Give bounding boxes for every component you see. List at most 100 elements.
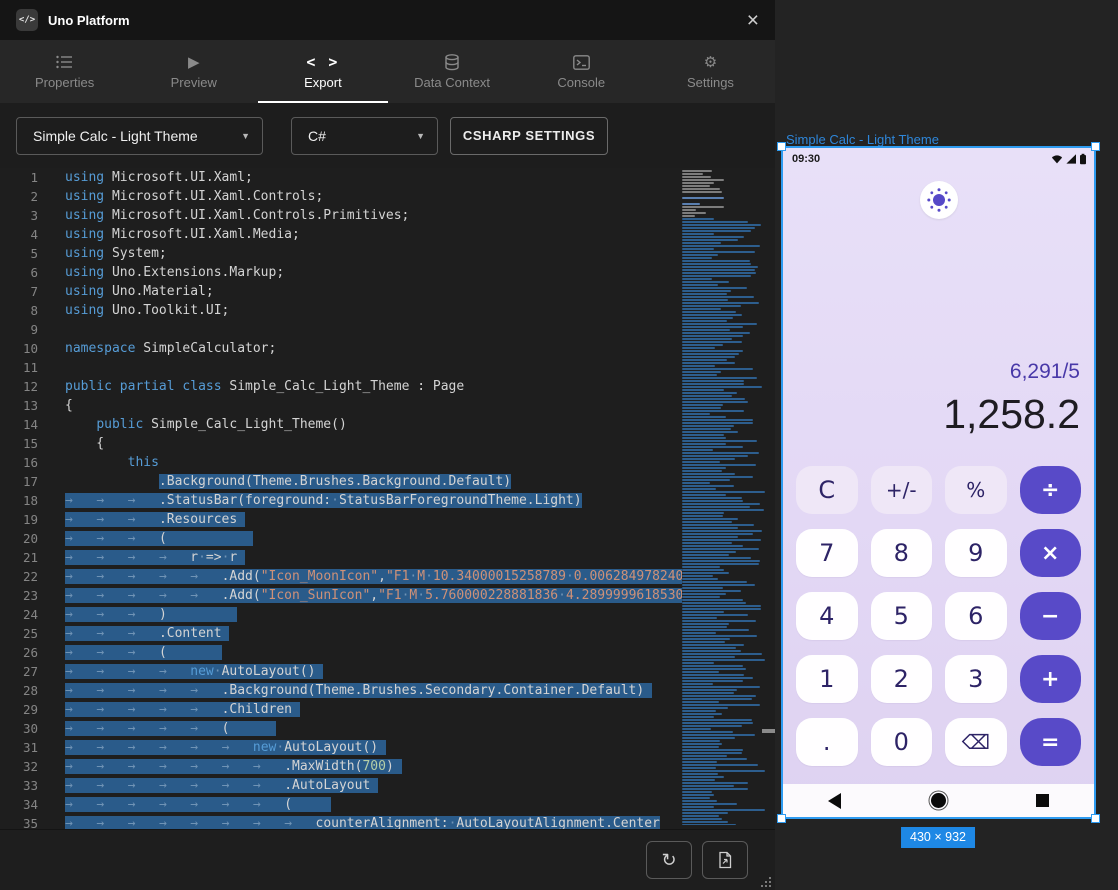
nav-recents-button[interactable] <box>990 794 1094 807</box>
tab-export[interactable]: < >Export <box>258 40 387 103</box>
code-line: 24→ → → ) <box>0 605 682 624</box>
key-.[interactable]: . <box>796 718 858 766</box>
csharp-settings-button[interactable]: CSHARP SETTINGS <box>450 117 608 155</box>
tab-settings[interactable]: ⚙Settings <box>646 40 775 103</box>
code-line: 2using Microsoft.UI.Xaml.Controls; <box>0 187 682 206</box>
line-number: 4 <box>0 225 58 244</box>
nav-back-button[interactable] <box>783 793 887 809</box>
line-number: 15 <box>0 434 58 453</box>
code-line: 28→ → → → → .Background(Theme.Brushes.Se… <box>0 681 682 700</box>
uno-logo-icon: </> <box>16 9 38 31</box>
minimap[interactable] <box>682 170 770 825</box>
code-line: 29→ → → → → .Children <box>0 700 682 719</box>
key-÷[interactable]: ÷ <box>1020 466 1082 514</box>
title-bar: </> Uno Platform × <box>0 0 775 40</box>
key-×[interactable]: × <box>1020 529 1082 577</box>
wifi-icon <box>1051 153 1063 165</box>
line-number: 8 <box>0 301 58 320</box>
code-line: 9 <box>0 320 682 339</box>
key-−[interactable]: − <box>1020 592 1082 640</box>
key-7[interactable]: 7 <box>796 529 858 577</box>
language-select[interactable]: C# ▼ <box>291 117 438 155</box>
line-number: 26 <box>0 643 58 662</box>
line-number: 10 <box>0 339 58 358</box>
code-line: 31→ → → → → → new·AutoLayout() <box>0 738 682 757</box>
key-1[interactable]: 1 <box>796 655 858 703</box>
scrollbar-handle[interactable] <box>762 729 775 733</box>
selection-handle[interactable] <box>1091 142 1100 151</box>
selection-handle[interactable] <box>1091 814 1100 823</box>
recents-icon <box>1036 794 1049 807</box>
tab-label: Console <box>557 75 605 90</box>
key-6[interactable]: 6 <box>945 592 1007 640</box>
line-number: 19 <box>0 510 58 529</box>
code-editor[interactable]: 1using Microsoft.UI.Xaml;2using Microsof… <box>0 168 775 829</box>
theme-toggle-button[interactable] <box>920 181 958 219</box>
key-backspace[interactable]: ⌫ <box>945 718 1007 766</box>
key-8[interactable]: 8 <box>871 529 933 577</box>
key-C[interactable]: C <box>796 466 858 514</box>
tab-data-context[interactable]: Data Context <box>388 40 517 103</box>
refresh-button[interactable]: ↻ <box>646 841 692 879</box>
line-number: 23 <box>0 586 58 605</box>
tab-label: Settings <box>687 75 734 90</box>
console-icon <box>573 53 590 71</box>
uno-platform-window: </> Uno Platform × Properties▶Preview< >… <box>0 0 775 890</box>
key-0[interactable]: 0 <box>871 718 933 766</box>
sun-icon <box>926 187 952 213</box>
line-number: 16 <box>0 453 58 472</box>
key-9[interactable]: 9 <box>945 529 1007 577</box>
calculator-display: 6,291/5 1,258.2 <box>943 360 1080 438</box>
export-file-button[interactable] <box>702 841 748 879</box>
key-3[interactable]: 3 <box>945 655 1007 703</box>
code-line: 18→ → → .StatusBar(foreground:·StatusBar… <box>0 491 682 510</box>
code-line: 11 <box>0 358 682 377</box>
line-number: 14 <box>0 415 58 434</box>
key-5[interactable]: 5 <box>871 592 933 640</box>
selection-handle[interactable] <box>777 142 786 151</box>
key-=[interactable]: = <box>1020 718 1082 766</box>
line-number: 18 <box>0 491 58 510</box>
tab-preview[interactable]: ▶Preview <box>129 40 258 103</box>
chevron-down-icon: ▼ <box>404 131 425 141</box>
phone-preview[interactable]: 09:30 <box>781 146 1096 819</box>
key-+/-[interactable]: +/- <box>871 466 933 514</box>
theme-select[interactable]: Simple Calc - Light Theme ▼ <box>16 117 263 155</box>
export-toolbar: Simple Calc - Light Theme ▼ C# ▼ CSHARP … <box>0 103 775 168</box>
code-line: 20→ → → ( <box>0 529 682 548</box>
status-time: 09:30 <box>792 153 820 165</box>
line-number: 35 <box>0 814 58 829</box>
code-line: 12public partial class Simple_Calc_Light… <box>0 377 682 396</box>
line-number: 29 <box>0 700 58 719</box>
resize-grip[interactable] <box>755 873 771 887</box>
code-area[interactable]: 1using Microsoft.UI.Xaml;2using Microsof… <box>0 168 682 829</box>
code-line: 5using System; <box>0 244 682 263</box>
line-number: 9 <box>0 320 58 339</box>
code-line: 4using Microsoft.UI.Xaml.Media; <box>0 225 682 244</box>
tab-label: Properties <box>35 75 94 90</box>
chevron-down-icon: ▼ <box>229 131 250 141</box>
line-number: 28 <box>0 681 58 700</box>
code-line: 16 this <box>0 453 682 472</box>
line-number: 22 <box>0 567 58 586</box>
bottom-action-bar: ↻ <box>0 829 775 890</box>
code-line: 30→ → → → → ( <box>0 719 682 738</box>
line-number: 30 <box>0 719 58 738</box>
code-line: 7using Uno.Material; <box>0 282 682 301</box>
key-4[interactable]: 4 <box>796 592 858 640</box>
key-2[interactable]: 2 <box>871 655 933 703</box>
tab-console[interactable]: Console <box>517 40 646 103</box>
key-%[interactable]: % <box>945 466 1007 514</box>
selection-handle[interactable] <box>777 814 786 823</box>
close-icon[interactable]: × <box>747 10 759 31</box>
file-export-icon <box>717 851 733 869</box>
status-bar: 09:30 <box>783 148 1094 170</box>
tab-properties[interactable]: Properties <box>0 40 129 103</box>
line-number: 33 <box>0 776 58 795</box>
line-number: 17 <box>0 472 58 491</box>
code-line: 26→ → → ( <box>0 643 682 662</box>
nav-home-button[interactable] <box>887 793 991 808</box>
key-+[interactable]: + <box>1020 655 1082 703</box>
home-icon <box>931 793 946 808</box>
code-icon: < > <box>306 53 339 71</box>
